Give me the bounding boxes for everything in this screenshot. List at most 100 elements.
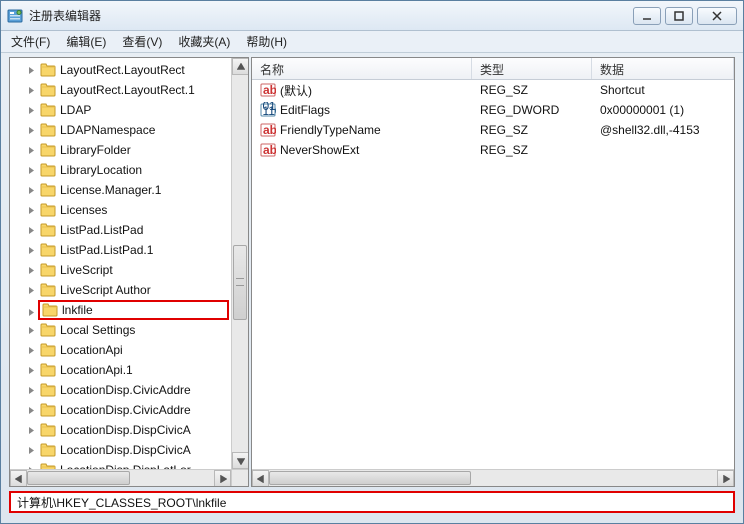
tree-item-label: Licenses [60,203,107,217]
expand-icon[interactable] [26,65,36,75]
column-header-name[interactable]: 名称 [252,58,472,79]
minimize-button[interactable] [633,7,661,25]
tree-item[interactable]: LocationDisp.DispCivicA [10,420,231,440]
tree-item[interactable]: LocationDisp.CivicAddre [10,380,231,400]
tree-item[interactable]: LocationApi.1 [10,360,231,380]
registry-tree[interactable]: LayoutRect.LayoutRectLayoutRect.LayoutRe… [10,58,231,469]
maximize-button[interactable] [665,7,693,25]
list-horizontal-scrollbar[interactable] [252,469,734,486]
list-row[interactable]: abNeverShowExtREG_SZ [252,140,734,160]
string-value-icon: ab [260,82,276,98]
expand-icon[interactable] [26,185,36,195]
expand-icon[interactable] [26,405,36,415]
tree-item[interactable]: ListPad.ListPad [10,220,231,240]
tree-item[interactable]: LDAP [10,100,231,120]
folder-icon [40,443,56,457]
folder-icon [40,183,56,197]
tree-vertical-scrollbar[interactable] [231,58,248,469]
list-row[interactable]: abFriendlyTypeNameREG_SZ@shell32.dll,-41… [252,120,734,140]
folder-icon [40,283,56,297]
tree-item[interactable]: lnkfile [38,300,229,320]
expand-icon[interactable] [26,205,36,215]
folder-icon [40,103,56,117]
tree-item[interactable]: ListPad.ListPad.1 [10,240,231,260]
expand-icon[interactable] [26,225,36,235]
expand-icon[interactable] [26,385,36,395]
expand-icon[interactable] [26,425,36,435]
expand-icon[interactable] [26,245,36,255]
expand-icon[interactable] [26,345,36,355]
tree-item[interactable]: LDAPNamespace [10,120,231,140]
tree-item[interactable]: LocationDisp.CivicAddre [10,400,231,420]
value-name-text: (默认) [280,82,312,99]
tree-item[interactable]: LocationDisp.DispLatLor [10,460,231,469]
scroll-right-button[interactable] [717,470,734,486]
menu-favorites[interactable]: 收藏夹(A) [170,31,238,52]
close-button[interactable] [697,7,737,25]
menu-view[interactable]: 查看(V) [114,31,170,52]
titlebar[interactable]: 注册表编辑器 [1,1,743,31]
tree-item[interactable]: LayoutRect.LayoutRect.1 [10,80,231,100]
column-header-type[interactable]: 类型 [472,58,592,79]
tree-item[interactable]: Local Settings [10,320,231,340]
tree-item[interactable]: LocationApi [10,340,231,360]
list-row[interactable]: 011110EditFlagsREG_DWORD0x00000001 (1) [252,100,734,120]
tree-item[interactable]: LocationDisp.DispCivicA [10,440,231,460]
folder-icon [40,423,56,437]
expand-icon[interactable] [26,325,36,335]
menubar: 文件(F) 编辑(E) 查看(V) 收藏夹(A) 帮助(H) [1,31,743,53]
expand-icon[interactable] [26,105,36,115]
tree-item[interactable]: License.Manager.1 [10,180,231,200]
expand-icon[interactable] [26,445,36,455]
folder-icon [40,83,56,97]
expand-icon[interactable] [26,365,36,375]
expand-icon[interactable] [26,307,36,317]
tree-item[interactable]: LayoutRect.LayoutRect [10,60,231,80]
expand-icon[interactable] [26,165,36,175]
list-row[interactable]: ab(默认)REG_SZShortcut [252,80,734,100]
expand-icon[interactable] [26,265,36,275]
cell-name: abNeverShowExt [252,142,472,158]
tree-item-label: LiveScript Author [60,283,151,297]
tree-item[interactable]: LibraryFolder [10,140,231,160]
scroll-left-button[interactable] [10,470,27,486]
scroll-thumb[interactable] [233,245,247,320]
expand-icon[interactable] [26,85,36,95]
folder-icon [40,203,56,217]
column-header-data[interactable]: 数据 [592,58,734,79]
scroll-thumb[interactable] [269,471,471,485]
client-area: LayoutRect.LayoutRectLayoutRect.LayoutRe… [9,57,735,487]
window-frame: 注册表编辑器 文件(F) 编辑(E) 查看(V) 收藏夹(A) 帮助(H) La… [0,0,744,524]
scroll-left-button[interactable] [252,470,269,486]
binary-value-icon: 011110 [260,102,276,118]
folder-icon [40,163,56,177]
menu-help[interactable]: 帮助(H) [238,31,295,52]
folder-icon [40,343,56,357]
tree-item[interactable]: LiveScript Author [10,280,231,300]
folder-icon [40,243,56,257]
cell-type: REG_SZ [472,83,592,97]
expand-icon[interactable] [26,125,36,135]
tree-item[interactable]: Licenses [10,200,231,220]
list-header: 名称 类型 数据 [252,58,734,80]
scroll-right-button[interactable] [214,470,231,486]
menu-edit[interactable]: 编辑(E) [58,31,114,52]
status-path-text: 计算机\HKEY_CLASSES_ROOT\lnkfile [17,494,226,511]
scroll-up-button[interactable] [232,58,248,75]
string-value-icon: ab [260,122,276,138]
value-list[interactable]: ab(默认)REG_SZShortcut011110EditFlagsREG_D… [252,80,734,486]
expand-icon[interactable] [26,285,36,295]
tree-horizontal-scrollbar[interactable] [10,469,231,486]
scroll-down-button[interactable] [232,452,248,469]
menu-file[interactable]: 文件(F) [3,31,58,52]
folder-icon [40,383,56,397]
value-name-text: NeverShowExt [280,143,359,157]
tree-item[interactable]: LibraryLocation [10,160,231,180]
folder-icon [40,263,56,277]
tree-item-label: LocationDisp.CivicAddre [60,403,191,417]
scroll-thumb[interactable] [27,471,130,485]
tree-item-label: ListPad.ListPad [60,223,143,237]
expand-icon[interactable] [26,145,36,155]
tree-item[interactable]: LiveScript [10,260,231,280]
tree-item-label: License.Manager.1 [60,183,161,197]
